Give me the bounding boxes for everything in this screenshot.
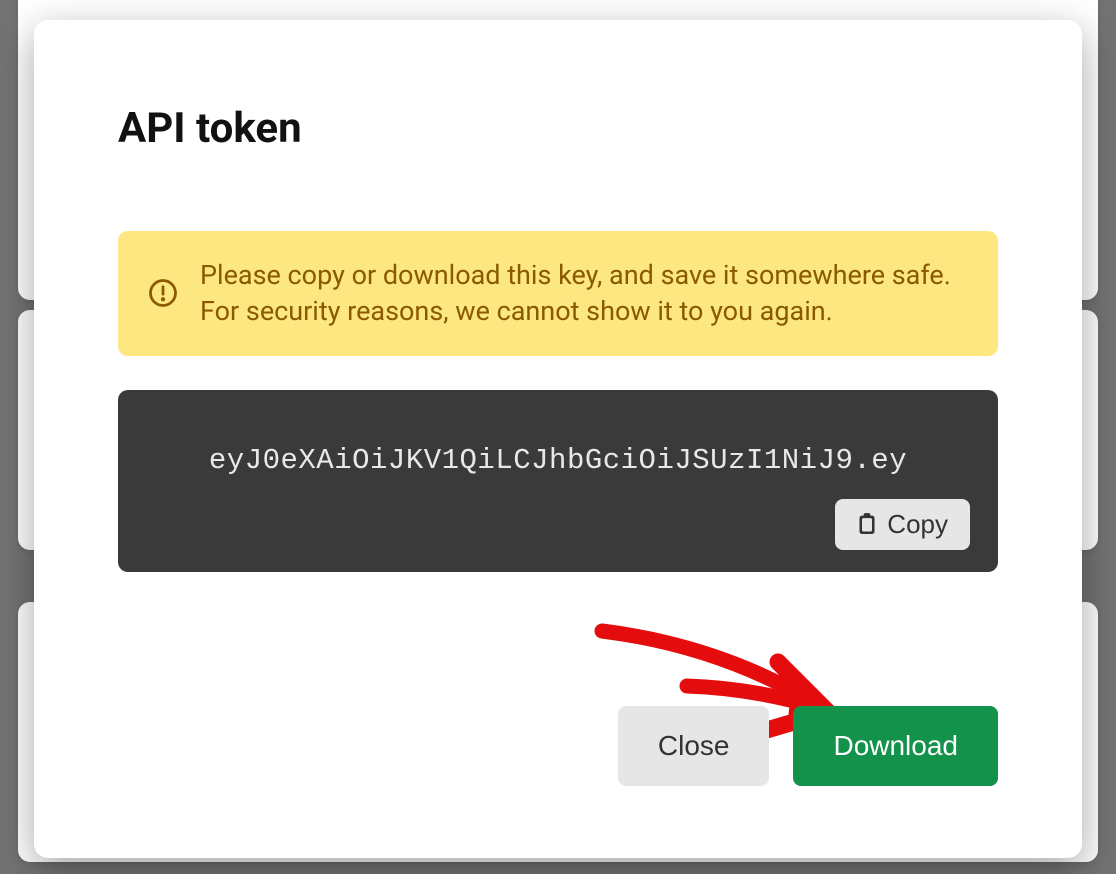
close-button[interactable]: Close [618,706,770,786]
warning-text: Please copy or download this key, and sa… [200,257,970,330]
warning-banner: Please copy or download this key, and sa… [118,231,998,356]
token-display: eyJ0eXAiOiJKV1QiLCJhbGciOiJSUzI1NiJ9.ey … [118,390,998,572]
alert-circle-icon [146,276,180,310]
close-label: Close [658,730,730,761]
download-button[interactable]: Download [793,706,998,786]
modal-title: API token [118,104,998,153]
modal-actions: Close Download [618,706,998,786]
api-token-modal: API token Please copy or download this k… [34,20,1082,858]
copy-button[interactable]: Copy [835,499,970,550]
download-label: Download [833,730,958,761]
token-value: eyJ0eXAiOiJKV1QiLCJhbGciOiJSUzI1NiJ9.ey [146,444,970,477]
clipboard-icon [857,512,877,536]
copy-label: Copy [887,509,948,540]
